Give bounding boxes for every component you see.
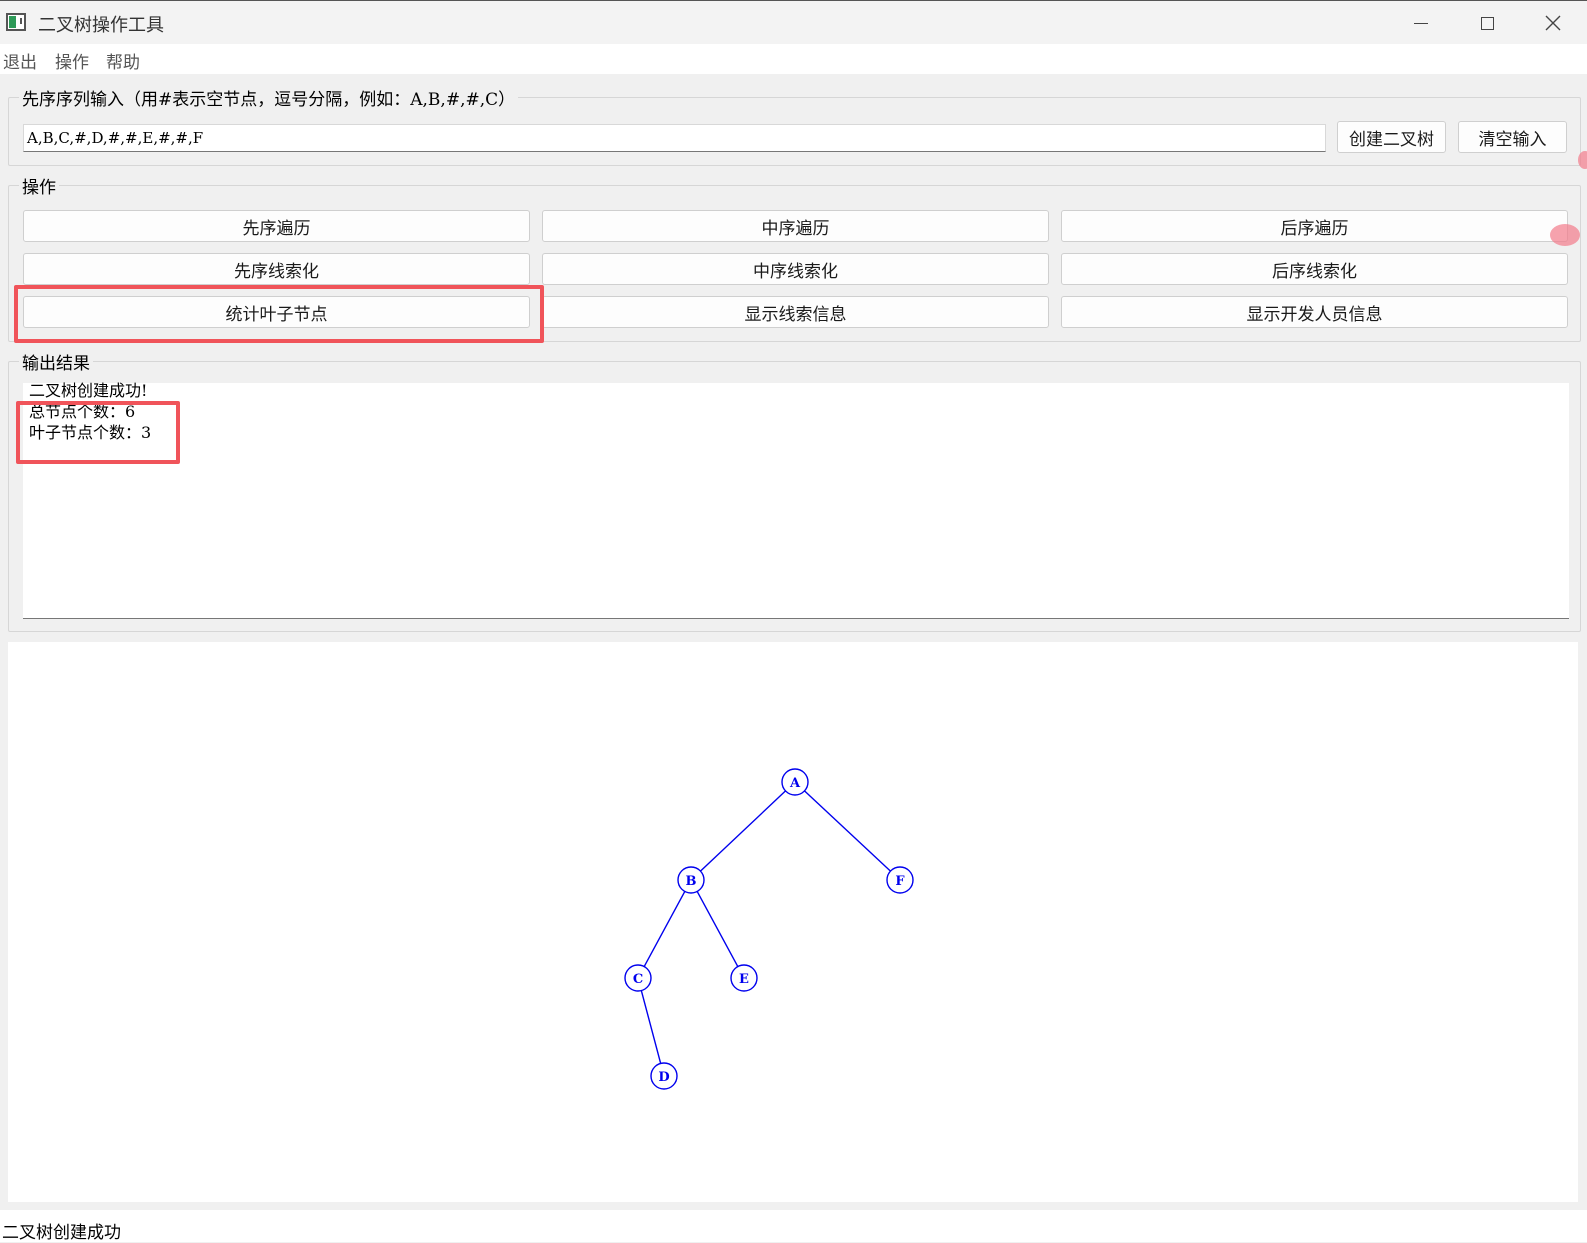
- tree-node-C: C: [624, 964, 652, 992]
- tree-node-A: A: [781, 768, 809, 796]
- tree-edge-B-C: [643, 891, 686, 967]
- postorder-threading-button[interactable]: 后序线索化: [1061, 253, 1568, 285]
- output-textarea[interactable]: 二叉树创建成功! 总节点个数：6 叶子节点个数：3: [23, 381, 1569, 619]
- minimize-icon: [1414, 22, 1428, 24]
- tree-diagram: A B F C E D: [624, 768, 914, 1090]
- show-developer-info-button[interactable]: 显示开发人员信息: [1061, 296, 1568, 328]
- close-icon: [1545, 15, 1561, 31]
- output-line: 总节点个数：6: [29, 402, 136, 421]
- preorder-traversal-button[interactable]: 先序遍历: [23, 210, 530, 242]
- tree-node-F: F: [886, 866, 914, 894]
- status-text: 二叉树创建成功: [2, 1223, 121, 1243]
- output-line: 叶子节点个数：3: [29, 423, 152, 442]
- inorder-traversal-button[interactable]: 中序遍历: [542, 210, 1049, 242]
- menu-bar: 退出 操作 帮助: [0, 44, 1587, 74]
- menu-operations[interactable]: 操作: [55, 48, 89, 73]
- svg-text:B: B: [686, 874, 697, 889]
- svg-text:D: D: [658, 1070, 669, 1085]
- close-button[interactable]: [1520, 1, 1586, 45]
- tree-edge-B-E: [696, 891, 739, 967]
- svg-text:E: E: [739, 972, 749, 987]
- maximize-icon: [1480, 16, 1494, 30]
- decorative-mark: [1578, 151, 1587, 169]
- svg-text:A: A: [789, 776, 801, 791]
- tree-edge-A-B: [699, 790, 787, 872]
- maximize-button[interactable]: [1454, 1, 1520, 45]
- title-bar: 二叉树操作工具: [0, 0, 1587, 44]
- create-tree-button[interactable]: 创建二叉树: [1337, 121, 1446, 153]
- postorder-traversal-button[interactable]: 后序遍历: [1061, 210, 1568, 242]
- highlight-box-button: [14, 285, 544, 343]
- window-title: 二叉树操作工具: [38, 15, 164, 36]
- operations-group-title: 操作: [19, 173, 59, 198]
- highlight-box-output: [16, 401, 180, 464]
- output-line: 二叉树创建成功!: [29, 381, 148, 400]
- output-group-title: 输出结果: [19, 349, 93, 374]
- inorder-threading-button[interactable]: 中序线索化: [542, 253, 1049, 285]
- input-group-title: 先序序列输入（用#表示空节点，逗号分隔，例如：A,B,#,#,C）: [19, 85, 519, 110]
- app-window: 二叉树操作工具 退出 操作 帮助 先序序列输入（用#表示空节点，逗号分隔，例如：…: [0, 0, 1587, 1243]
- svg-text:F: F: [895, 874, 905, 889]
- decorative-mark: [1550, 224, 1580, 246]
- tree-edge-A-F: [804, 790, 891, 872]
- menu-help[interactable]: 帮助: [106, 48, 140, 73]
- tree-edge-C-D: [640, 990, 662, 1064]
- svg-text:C: C: [633, 972, 643, 987]
- app-icon: [6, 13, 26, 31]
- preorder-threading-button[interactable]: 先序线索化: [23, 253, 530, 285]
- preorder-input[interactable]: A,B,C,#,D,#,#,E,#,#,F: [23, 124, 1326, 152]
- minimize-button[interactable]: [1388, 1, 1454, 45]
- status-bar: 二叉树创建成功: [0, 1210, 1587, 1243]
- tree-canvas: A B F C E D: [8, 642, 1578, 1202]
- clear-input-button[interactable]: 清空输入: [1458, 121, 1567, 153]
- tree-node-D: D: [650, 1062, 678, 1090]
- menu-exit[interactable]: 退出: [3, 48, 37, 73]
- tree-node-E: E: [730, 964, 758, 992]
- tree-node-B: B: [677, 866, 705, 894]
- show-thread-info-button[interactable]: 显示线索信息: [542, 296, 1049, 328]
